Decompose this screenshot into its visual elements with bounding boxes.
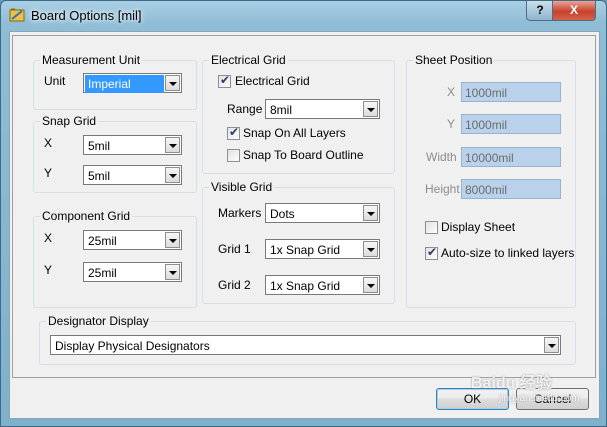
- sheet-y-field: 1000mil: [461, 114, 561, 134]
- sheet-x-value: 1000mil: [465, 86, 508, 100]
- component-x-select[interactable]: 25mil: [83, 230, 182, 250]
- component-x-label: X: [44, 231, 53, 245]
- sheet-width-label: Width: [426, 150, 457, 164]
- options-panel: Measurement Unit Unit Imperial Snap Grid…: [12, 35, 596, 378]
- visible-grid-group: Visible Grid Markers Dots Grid 1 1x Snap…: [202, 180, 395, 304]
- electrical-grid-checkbox[interactable]: [218, 73, 231, 88]
- sheet-x-label: X: [447, 85, 456, 99]
- range-value: 8mil: [270, 103, 293, 117]
- markers-value: Dots: [270, 207, 295, 221]
- chevron-down-icon[interactable]: [165, 137, 180, 153]
- sheet-y-value: 1000mil: [465, 118, 508, 132]
- chevron-down-icon[interactable]: [165, 232, 180, 248]
- group-title: Measurement Unit: [40, 53, 143, 67]
- group-title: Electrical Grid: [209, 53, 288, 67]
- snap-all-layers-checkbox[interactable]: [227, 125, 240, 140]
- sheet-height-label: Height: [425, 182, 460, 196]
- group-title: Snap Grid: [40, 114, 99, 128]
- display-sheet-checkbox[interactable]: [425, 221, 438, 234]
- grid1-value: 1x Snap Grid: [270, 243, 341, 257]
- chevron-down-icon[interactable]: [363, 241, 378, 257]
- sheet-height-value: 8000mil: [465, 183, 508, 197]
- sheet-width-value: 10000mil: [465, 151, 514, 165]
- component-x-value: 25mil: [88, 234, 117, 248]
- markers-select[interactable]: Dots: [265, 203, 380, 223]
- group-title: Visible Grid: [209, 180, 275, 194]
- title-bar[interactable]: Board Options [mil] ? X: [1, 1, 606, 29]
- snap-x-value: 5mil: [88, 139, 111, 153]
- snap-x-select[interactable]: 5mil: [83, 135, 182, 155]
- display-sheet-label: Display Sheet: [441, 220, 516, 234]
- chevron-down-icon[interactable]: [165, 264, 180, 280]
- snap-y-value: 5mil: [88, 169, 111, 183]
- snap-grid-group: Snap Grid X 5mil Y 5mil: [33, 114, 197, 193]
- dialog-client: Measurement Unit Unit Imperial Snap Grid…: [9, 31, 600, 419]
- range-select[interactable]: 8mil: [265, 99, 380, 119]
- chevron-down-icon[interactable]: [363, 277, 378, 293]
- component-y-label: Y: [44, 263, 53, 277]
- component-grid-group: Component Grid X 25mil Y 25mil: [33, 209, 197, 308]
- snap-board-outline-label: Snap To Board Outline: [243, 148, 364, 162]
- grid2-value: 1x Snap Grid: [270, 279, 341, 293]
- group-title: Sheet Position: [413, 53, 495, 67]
- unit-value: Imperial: [85, 75, 164, 93]
- snap-y-select[interactable]: 5mil: [83, 165, 182, 185]
- chevron-down-icon[interactable]: [165, 75, 180, 91]
- snap-all-layers-label: Snap On All Layers: [243, 126, 346, 140]
- unit-select[interactable]: Imperial: [83, 73, 182, 93]
- electrical-grid-group: Electrical Grid Electrical Grid Range 8m…: [202, 53, 395, 174]
- watermark-url: jingyan.baidu.com: [499, 393, 580, 404]
- sheet-width-field: 10000mil: [461, 147, 561, 167]
- electrical-grid-label: Electrical Grid: [235, 74, 310, 88]
- board-options-dialog: Board Options [mil] ? X Measurement Unit…: [0, 0, 607, 427]
- grid1-label: Grid 1: [218, 242, 251, 256]
- close-button[interactable]: X: [552, 1, 596, 21]
- grid1-select[interactable]: 1x Snap Grid: [265, 239, 380, 259]
- grid2-label: Grid 2: [218, 278, 251, 292]
- window-title: Board Options [mil]: [31, 8, 142, 23]
- markers-label: Markers: [218, 206, 262, 220]
- snap-board-outline-checkbox[interactable]: [227, 149, 240, 162]
- sheet-position-group: Sheet Position X 1000mil Y 1000mil Width…: [406, 53, 576, 308]
- measurement-unit-group: Measurement Unit Unit Imperial: [33, 53, 197, 110]
- unit-label: Unit: [44, 74, 66, 88]
- chevron-down-icon[interactable]: [363, 101, 378, 117]
- snap-y-label: Y: [44, 166, 53, 180]
- app-icon: [9, 8, 25, 22]
- watermark-text: Baidu 经验: [471, 375, 552, 392]
- component-y-value: 25mil: [88, 266, 117, 280]
- group-title: Designator Display: [46, 314, 151, 328]
- range-label: Range: [227, 102, 263, 116]
- designator-display-select[interactable]: Display Physical Designators: [50, 335, 561, 355]
- sheet-height-field: 8000mil: [461, 179, 561, 199]
- component-y-select[interactable]: 25mil: [83, 262, 182, 282]
- chevron-down-icon[interactable]: [544, 337, 559, 353]
- chevron-down-icon[interactable]: [363, 205, 378, 221]
- snap-x-label: X: [44, 136, 53, 150]
- grid2-select[interactable]: 1x Snap Grid: [265, 275, 380, 295]
- chevron-down-icon[interactable]: [165, 167, 180, 183]
- autosize-linked-layers-checkbox[interactable]: [425, 245, 438, 260]
- watermark-logo: Baidu 经验 jingyan.baidu.com: [471, 369, 580, 404]
- designator-display-group: Designator Display Display Physical Desi…: [39, 314, 576, 365]
- group-title: Component Grid: [40, 209, 133, 223]
- autosize-linked-layers-label: Auto-size to linked layers: [441, 246, 575, 260]
- sheet-y-label: Y: [447, 117, 456, 131]
- help-button[interactable]: ?: [526, 1, 554, 21]
- designator-display-value: Display Physical Designators: [55, 339, 210, 353]
- sheet-x-field: 1000mil: [461, 82, 561, 102]
